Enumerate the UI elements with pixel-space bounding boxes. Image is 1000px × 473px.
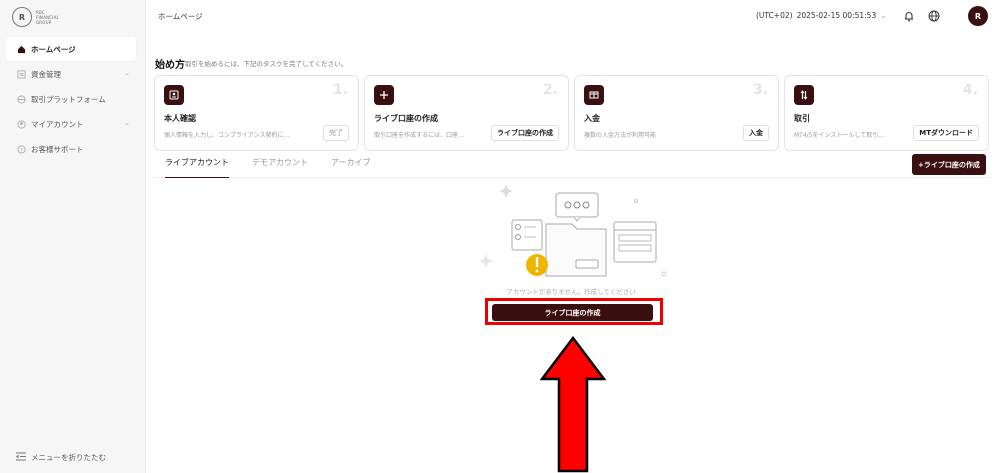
task-title: 本人確認 bbox=[164, 114, 196, 123]
timezone-label: (UTC+02) bbox=[756, 11, 793, 20]
task-card-deposit: 3. 入金 複数の入金方法が利用可能 入金 bbox=[574, 75, 779, 151]
red-arrow-annotation bbox=[540, 336, 606, 473]
globe-icon[interactable] bbox=[927, 9, 941, 23]
task-number: 3. bbox=[752, 82, 768, 98]
main-content: 始め方 取引を始めるには、下記のタスクを完了してください。 1. 本人確認 個人… bbox=[146, 34, 1000, 473]
menu-collapse-icon bbox=[16, 452, 26, 463]
task-card-verification: 1. 本人確認 個人情報を入力し、コンプライアンス契約に… 完了 bbox=[154, 75, 359, 151]
sidebar-item-label: お客様サポート bbox=[31, 144, 84, 154]
logo-mark: R bbox=[12, 7, 32, 27]
task-description: 取引口座を作成するには、口座… bbox=[374, 132, 465, 139]
chevron-down-icon: ⌄ bbox=[124, 69, 130, 77]
svg-text:?: ? bbox=[20, 147, 23, 153]
sidebar: R RBC FINANCIAL GROUP ホームページ 資金管理 ⌄ 取引プラ… bbox=[0, 0, 146, 473]
collapse-menu-button[interactable]: メニューを折りたたむ bbox=[16, 452, 106, 463]
avatar[interactable]: R bbox=[968, 6, 988, 26]
sidebar-item-label: 資金管理 bbox=[31, 69, 61, 79]
sidebar-item-home[interactable]: ホームページ bbox=[6, 37, 136, 61]
complete-button[interactable]: 完了 bbox=[323, 125, 349, 141]
support-icon: ? bbox=[16, 144, 26, 154]
task-title: 入金 bbox=[584, 114, 600, 123]
sidebar-item-support[interactable]: ? お客様サポート bbox=[6, 137, 136, 161]
empty-state-illustration bbox=[479, 184, 666, 277]
deposit-icon bbox=[584, 85, 604, 105]
breadcrumb: ホームページ bbox=[158, 12, 203, 21]
sidebar-item-platform[interactable]: 取引プラットフォーム bbox=[6, 87, 136, 111]
plus-icon bbox=[374, 85, 394, 105]
getting-started-subtitle: 取引を始めるには、下記のタスクを完了してください。 bbox=[185, 60, 348, 68]
sidebar-item-account[interactable]: マイアカウント ⌄ bbox=[6, 112, 136, 136]
create-live-account-top-button[interactable]: +ライブ口座の作成 bbox=[912, 154, 986, 175]
user-icon bbox=[16, 119, 26, 129]
task-cards: 1. 本人確認 個人情報を入力し、コンプライアンス契約に… 完了 2. ライブ口… bbox=[154, 75, 989, 151]
task-card-create-live: 2. ライブ口座の作成 取引口座を作成するには、口座… ライブ口座の作成 bbox=[364, 75, 569, 151]
logo-text: RBC FINANCIAL GROUP bbox=[36, 9, 59, 25]
id-card-icon bbox=[164, 85, 184, 105]
task-card-trade: 4. 取引 MT4/5をインストールして取引… MTダウンロード bbox=[784, 75, 989, 151]
platform-icon bbox=[16, 94, 26, 104]
mt-download-button[interactable]: MTダウンロード bbox=[913, 125, 979, 141]
getting-started-title: 始め方 bbox=[155, 60, 185, 71]
task-number: 1. bbox=[332, 82, 348, 98]
task-title: 取引 bbox=[794, 114, 810, 123]
home-icon bbox=[16, 44, 26, 54]
wallet-icon bbox=[16, 69, 26, 79]
task-description: 個人情報を入力し、コンプライアンス契約に… bbox=[164, 132, 290, 139]
tab-demo-account[interactable]: デモアカウント bbox=[252, 157, 308, 178]
task-description: 複数の入金方法が利用可能 bbox=[584, 132, 657, 139]
task-title: ライブ口座の作成 bbox=[374, 114, 438, 123]
task-description: MT4/5をインストールして取引… bbox=[794, 132, 885, 139]
tab-archive[interactable]: アーカイブ bbox=[331, 157, 371, 178]
timezone-clock[interactable]: (UTC+02) 2025-02-15 00:51:53 ⌄ bbox=[756, 11, 887, 20]
deposit-button[interactable]: 入金 bbox=[743, 125, 769, 141]
chevron-down-icon: ⌄ bbox=[124, 119, 130, 127]
trade-icon bbox=[794, 85, 814, 105]
collapse-menu-label: メニューを折りたたむ bbox=[31, 453, 106, 462]
top-header: ホームページ (UTC+02) 2025-02-15 00:51:53 ⌄ R bbox=[146, 0, 1000, 34]
task-number: 4. bbox=[962, 82, 978, 98]
account-tabs: ライブアカウント デモアカウント アーカイブ bbox=[154, 153, 990, 178]
sidebar-item-label: マイアカウント bbox=[31, 119, 84, 129]
bell-icon[interactable] bbox=[902, 9, 916, 23]
task-number: 2. bbox=[542, 82, 558, 98]
sidebar-nav: ホームページ 資金管理 ⌄ 取引プラットフォーム マイアカウント ⌄ ? お客様… bbox=[6, 37, 136, 162]
tab-live-account[interactable]: ライブアカウント bbox=[165, 157, 229, 178]
create-live-account-button[interactable]: ライブ口座の作成 bbox=[492, 304, 653, 321]
sidebar-item-label: ホームページ bbox=[31, 44, 76, 54]
chevron-down-icon: ⌄ bbox=[880, 11, 887, 20]
create-live-account-card-button[interactable]: ライブ口座の作成 bbox=[491, 125, 559, 141]
sidebar-item-funds[interactable]: 資金管理 ⌄ bbox=[6, 62, 136, 86]
sidebar-item-label: 取引プラットフォーム bbox=[31, 94, 106, 104]
empty-state-message: アカウントがありません。作成してください bbox=[506, 288, 636, 296]
datetime-label: 2025-02-15 00:51:53 bbox=[796, 11, 877, 20]
logo[interactable]: R RBC FINANCIAL GROUP bbox=[12, 7, 59, 27]
